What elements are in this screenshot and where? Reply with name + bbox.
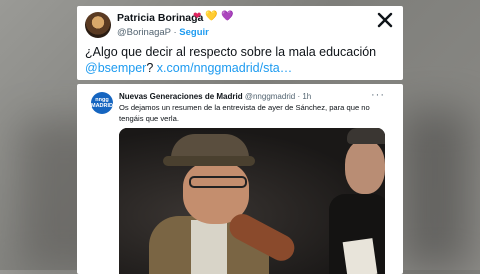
more-options-icon[interactable]: ··· [371, 89, 385, 101]
handle-separator: · [173, 27, 177, 38]
man-shirt [191, 220, 227, 274]
background-figure-right [400, 110, 470, 270]
name-emojis: ❤ 💛 💜 [193, 11, 235, 22]
close-x-icon[interactable] [377, 12, 393, 28]
question-mark: ? [146, 61, 154, 75]
tweet-card: Patricia Borinaga ❤ 💛 💜 @BorinagaP · Seg… [77, 6, 403, 80]
quoted-display-name[interactable]: Nuevas Generaciones de Madrid [119, 92, 243, 101]
nngg-avatar[interactable]: nngg MADRID [91, 92, 113, 114]
glasses [189, 176, 247, 188]
quoted-tweet-card[interactable]: nngg MADRID Nuevas Generaciones de Madri… [77, 84, 403, 274]
avatar-text-bottom: MADRID [91, 103, 113, 109]
url-link[interactable]: x.com/nnggmadrid/sta… [157, 61, 292, 75]
red-heart-icon: ❤ [193, 11, 202, 22]
follow-button[interactable]: Seguir [179, 27, 209, 38]
second-man-face [345, 140, 385, 194]
yellow-heart-icon: 💛 [205, 11, 218, 22]
quoted-handle-time: @nnggmadrid · 1h [244, 92, 312, 101]
mention-link[interactable]: @bsemper [85, 61, 146, 75]
user-handle[interactable]: @BorinagaP [117, 27, 171, 38]
display-name[interactable]: Patricia Borinaga [117, 12, 203, 24]
user-avatar[interactable] [85, 12, 111, 38]
tweet-text: ¿Algo que decir al respecto sobre la mal… [85, 44, 399, 76]
handle-row: @BorinagaP · Seguir [117, 27, 209, 38]
tweet-body: ¿Algo que decir al respecto sobre la mal… [85, 45, 377, 59]
quoted-author: Nuevas Generaciones de Madrid @nnggmadri… [119, 92, 311, 101]
quoted-text: Os dejamos un resumen de la entrevista d… [119, 103, 370, 123]
video-thumbnail[interactable] [119, 128, 385, 274]
second-man-hat [347, 128, 385, 144]
paper-sheet [342, 238, 378, 274]
cap-brim [163, 156, 255, 166]
purple-heart-icon: 💜 [221, 11, 234, 22]
